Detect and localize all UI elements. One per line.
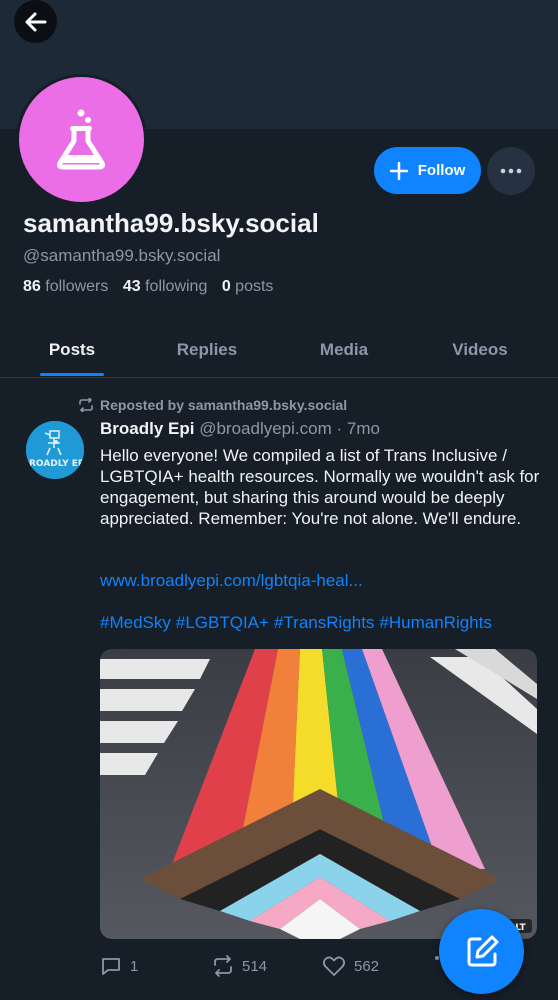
display-name: samantha99.bsky.social [23, 208, 319, 238]
compose-button[interactable] [439, 909, 524, 994]
back-button[interactable] [14, 0, 57, 43]
repost-label: Reposted by samantha99.bsky.social [100, 397, 348, 413]
followers-label: followers [45, 278, 109, 295]
reply-button[interactable]: 1 [100, 955, 138, 977]
hashtag-lgbtqia[interactable]: #LGBTQIA+ [176, 613, 269, 632]
hashtag-transrights[interactable]: #TransRights [274, 613, 374, 632]
heart-icon [322, 956, 346, 976]
post-image[interactable]: ALT [100, 649, 537, 939]
profile-handle: @samantha99.bsky.social [23, 246, 221, 265]
arrow-left-icon [25, 12, 46, 31]
hashtag-medsky[interactable]: #MedSky [100, 613, 171, 632]
profile-avatar[interactable] [16, 74, 147, 205]
flask-icon [56, 109, 105, 169]
post-hashtags: #MedSky #LGBTQIA+ #TransRights #HumanRights [100, 613, 497, 633]
following-label: following [145, 278, 208, 295]
follow-label: Follow [417, 162, 466, 179]
follow-button[interactable]: Follow [374, 147, 481, 194]
posts-stat: 0 posts [222, 278, 274, 295]
avatar-text: BROADLY EPI [26, 459, 84, 469]
broadly-epi-logo: BROADLY EPI [26, 421, 84, 479]
repost-icon [79, 398, 93, 412]
more-options-button[interactable] [487, 147, 535, 195]
rainbow-crosswalk-image: ALT [100, 649, 537, 939]
ellipsis-icon [500, 168, 522, 174]
tab-videos[interactable]: Videos [434, 322, 526, 377]
hashtag-humanrights[interactable]: #HumanRights [379, 613, 491, 632]
followers-count: 86 [23, 278, 41, 295]
post-separator: · [331, 419, 347, 438]
tab-replies[interactable]: Replies [158, 322, 256, 377]
repost-button[interactable]: 514 [212, 955, 267, 977]
repost-indicator[interactable]: Reposted by samantha99.bsky.social [78, 397, 347, 413]
post-text: Hello everyone! We compiled a list of Tr… [100, 446, 540, 528]
posts-label: posts [235, 278, 274, 295]
post-time[interactable]: 7mo [347, 419, 380, 438]
repost-action-icon [214, 955, 232, 977]
repost-count: 514 [242, 957, 268, 975]
post-author-name[interactable]: Broadly Epi [100, 419, 194, 438]
following-count: 43 [122, 278, 141, 295]
plus-icon [389, 161, 408, 180]
followers-stat[interactable]: 86 followers [23, 278, 108, 295]
reply-count: 1 [130, 957, 139, 975]
post-author-avatar[interactable]: BROADLY EPI [26, 421, 84, 479]
tab-posts[interactable]: Posts [24, 322, 120, 377]
like-button[interactable]: 562 [322, 955, 379, 977]
post-link[interactable]: www.broadlyepi.com/lgbtqia-heal... [100, 571, 363, 591]
profile-stats: 86 followers 43 following 0 posts [23, 278, 273, 296]
following-stat[interactable]: 43 following [123, 278, 208, 295]
profile-tabs: Posts Replies Media Videos [0, 322, 558, 378]
post-header: Broadly Epi @broadlyepi.com · 7mo [100, 419, 380, 439]
post-author-handle[interactable]: @broadlyepi.com [199, 419, 332, 438]
reply-icon [102, 958, 120, 975]
active-tab-indicator [40, 373, 104, 376]
posts-count: 0 [221, 278, 231, 295]
like-count: 562 [354, 957, 380, 975]
tab-media[interactable]: Media [298, 322, 390, 377]
compose-icon [467, 935, 498, 966]
